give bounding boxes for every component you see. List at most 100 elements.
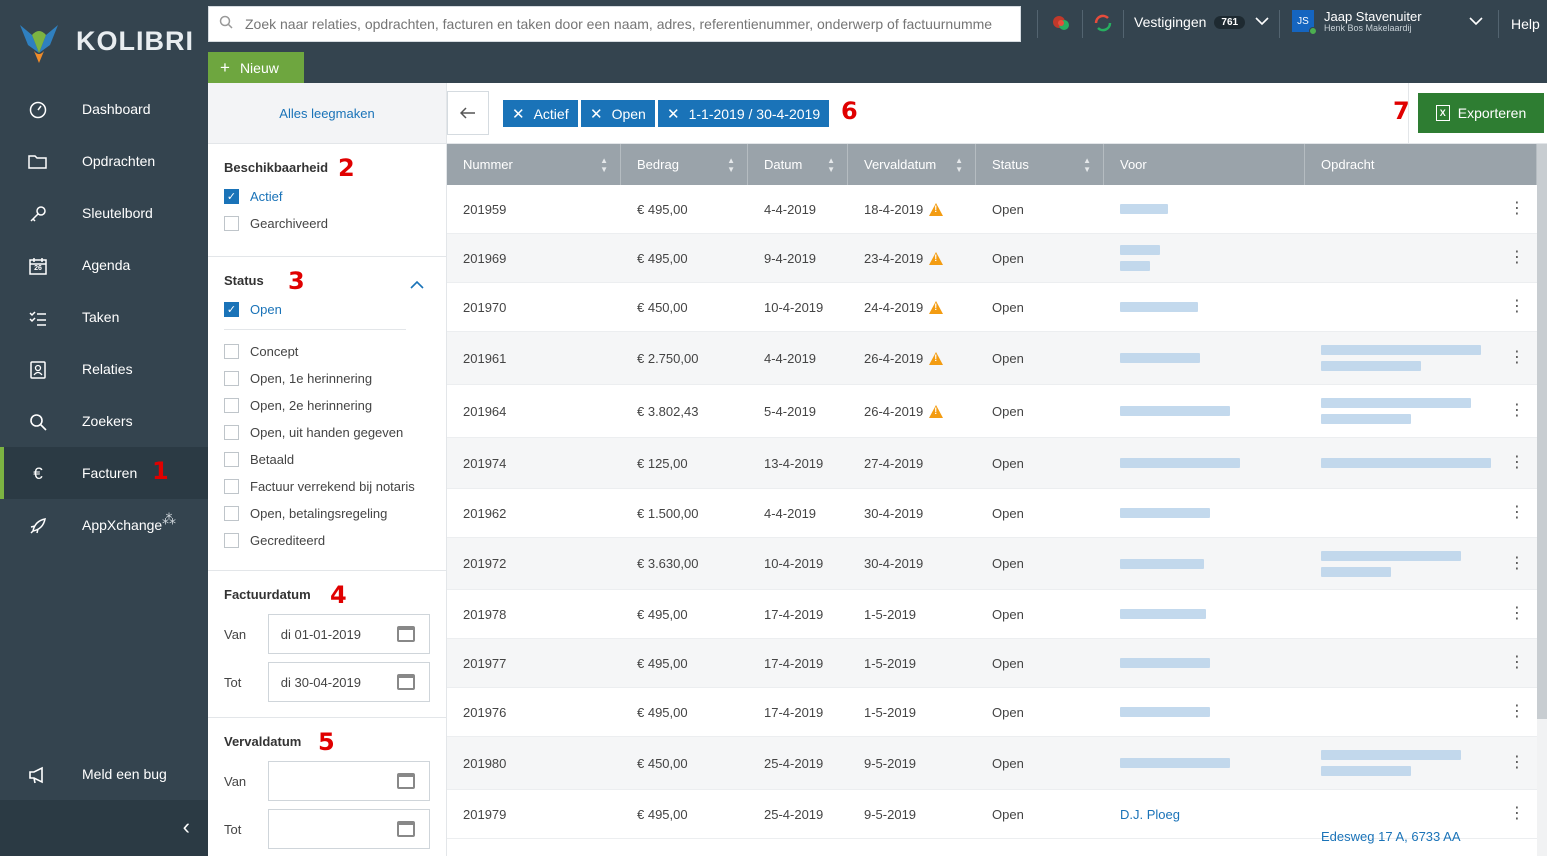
sort-icon[interactable]: ▲ ▼ [955,156,963,174]
sort-icon[interactable]: ▲ ▼ [1083,156,1091,174]
scrollbar-thumb[interactable] [1537,144,1547,719]
sort-icon[interactable]: ▲ ▼ [600,156,608,174]
checkbox-unchecked-icon[interactable] [224,479,239,494]
sidebar-item-taken[interactable]: Taken [0,291,208,343]
redacted-relation[interactable] [1120,302,1198,312]
more-options-icon[interactable]: ⋮ [1509,299,1525,315]
column-header-status[interactable]: Status ▲ ▼ [976,144,1104,185]
sidebar-item-dashboard[interactable]: Dashboard [0,83,208,135]
back-button[interactable] [447,91,489,135]
sort-icon[interactable]: ▲ ▼ [727,156,735,174]
sidebar-item-meld-een-bug[interactable]: Meld een bug [0,748,208,800]
table-row[interactable]: 201961 € 2.750,00 4-4-2019 26-4-2019 Open ⋮ [447,332,1537,385]
sync-icon[interactable] [1092,12,1114,34]
more-options-icon[interactable]: ⋮ [1509,505,1525,521]
redacted-assignment[interactable] [1321,750,1461,776]
checkbox-unchecked-icon[interactable] [224,452,239,467]
more-options-icon[interactable]: ⋮ [1509,455,1525,471]
vestigingen-dropdown[interactable]: Vestigingen 761 [1134,14,1269,30]
checkbox-unchecked-icon[interactable] [224,506,239,521]
more-options-icon[interactable]: ⋮ [1509,555,1525,572]
redacted-relation[interactable] [1120,204,1168,214]
filter-chip[interactable]: ✕ Open [581,100,655,127]
checkbox-unchecked-icon[interactable] [224,371,239,386]
redacted-relation[interactable] [1120,406,1230,416]
new-button[interactable]: + Nieuw [208,52,304,83]
calendar-icon[interactable] [397,773,415,789]
table-row[interactable]: 201979 € 495,00 25-4-2019 9-5-2019 Open D.J. … [447,790,1537,844]
table-row[interactable]: 201980 € 450,00 25-4-2019 9-5-2019 Open ⋮ [447,737,1537,790]
help-link[interactable]: Help [1511,16,1540,32]
filter-chip[interactable]: ✕ Actief [503,100,578,127]
more-options-icon[interactable]: ⋮ [1509,201,1525,217]
table-row[interactable]: 201972 € 3.630,00 10-4-2019 30-4-2019 Open ⋮ [447,538,1537,590]
checkbox-betaald[interactable]: Betaald [224,446,430,473]
user-menu[interactable]: JS Jaap Stavenuiter Henk Bos Makelaardij [1292,10,1422,35]
sidebar-item-agenda[interactable]: 26 Agenda [0,239,208,291]
table-row[interactable]: 201970 € 450,00 10-4-2019 24-4-2019 Open ⋮ [447,283,1537,332]
export-button[interactable]: X Exporteren [1418,93,1544,133]
checkbox-open-2e-herinnering[interactable]: Open, 2e herinnering [224,392,430,419]
column-header-datum[interactable]: Datum ▲ ▼ [748,144,848,185]
table-row[interactable]: 201974 € 125,00 13-4-2019 27-4-2019 Open ⋮ [447,438,1537,489]
table-row[interactable]: 201978 € 495,00 17-4-2019 1-5-2019 Open ⋮ [447,590,1537,639]
redacted-assignment[interactable] [1321,550,1461,577]
more-options-icon[interactable]: ⋮ [1509,806,1525,822]
checkbox-actief[interactable]: ✓ Actief [224,183,430,210]
more-options-icon[interactable]: ⋮ [1509,606,1525,622]
invoice-date-to-field[interactable]: di 30-04-2019 [267,662,430,702]
column-header-bedrag[interactable]: Bedrag ▲ ▼ [621,144,748,185]
more-options-icon[interactable]: ⋮ [1509,655,1525,671]
close-icon[interactable]: ✕ [667,105,680,123]
table-row[interactable]: 201964 € 3.802,43 5-4-2019 26-4-2019 Open ⋮ [447,385,1537,438]
table-row[interactable]: 201962 € 1.500,00 4-4-2019 30-4-2019 Open ⋮ [447,489,1537,538]
table-row[interactable]: 201976 € 495,00 17-4-2019 1-5-2019 Open ⋮ [447,688,1537,737]
column-header-nummer[interactable]: Nummer ▲ ▼ [447,144,621,185]
calendar-icon[interactable] [397,821,415,837]
close-icon[interactable]: ✕ [590,105,603,123]
checkbox-factuur-verrekend-bij-notaris[interactable]: Factuur verrekend bij notaris [224,473,430,500]
sidebar-item-zoekers[interactable]: Zoekers [0,395,208,447]
due-date-from-field[interactable] [267,761,430,801]
redacted-assignment[interactable] [1321,458,1491,468]
checkbox-unchecked-icon[interactable] [224,533,239,548]
assignment-link[interactable]: Edesweg 17 A, 6733 AA [1321,829,1461,844]
calendar-icon[interactable] [397,674,415,690]
checkbox-unchecked-icon[interactable] [224,425,239,440]
redacted-relation[interactable] [1120,707,1210,717]
checkbox-open-betalingsregeling[interactable]: Open, betalingsregeling [224,500,430,527]
column-header-opdracht[interactable]: Opdracht [1305,144,1537,185]
sidebar-item-opdrachten[interactable]: Opdrachten [0,135,208,187]
more-options-icon[interactable]: ⋮ [1509,403,1525,419]
redacted-relation[interactable] [1120,609,1206,619]
calendar-icon[interactable] [397,626,415,642]
checkbox-checked-icon[interactable]: ✓ [224,302,239,317]
sidebar-item-sleutelbord[interactable]: Sleutelbord [0,187,208,239]
table-row[interactable]: 201969 € 495,00 9-4-2019 23-4-2019 Open ⋮ [447,234,1537,283]
redacted-relation[interactable] [1120,353,1200,363]
checkbox-open-uit-handen-gegeven[interactable]: Open, uit handen gegeven [224,419,430,446]
sidebar-item-appxchange[interactable]: AppXchange ⁂ [0,499,208,551]
redacted-relation[interactable] [1120,508,1210,518]
more-options-icon[interactable]: ⋮ [1509,755,1525,771]
checkbox-checked-icon[interactable]: ✓ [224,189,239,204]
more-options-icon[interactable]: ⋮ [1509,704,1525,720]
logo[interactable]: KOLIBRI [0,0,208,83]
redacted-relation[interactable] [1120,758,1230,768]
sort-icon[interactable]: ▲ ▼ [827,156,835,174]
redacted-assignment[interactable] [1321,398,1471,424]
checkbox-unchecked-icon[interactable] [224,216,239,231]
notifications-icon[interactable] [1050,12,1072,34]
clear-all-filters-link[interactable]: Alles leegmaken [208,83,446,144]
column-header-voor[interactable]: Voor [1104,144,1305,185]
sidebar-item-relaties[interactable]: Relaties [0,343,208,395]
sidebar-item-facturen[interactable]: € Facturen 1 [0,447,208,499]
more-options-icon[interactable]: ⋮ [1509,250,1525,266]
redacted-assignment[interactable] [1321,345,1481,371]
global-search[interactable] [208,6,1021,42]
more-options-icon[interactable]: ⋮ [1509,350,1525,366]
checkbox-open[interactable]: ✓ Open [224,296,430,323]
collapse-sidebar-button[interactable]: ‹ [0,800,208,856]
close-icon[interactable]: ✕ [512,105,525,123]
chevron-down-icon[interactable] [1469,14,1483,29]
